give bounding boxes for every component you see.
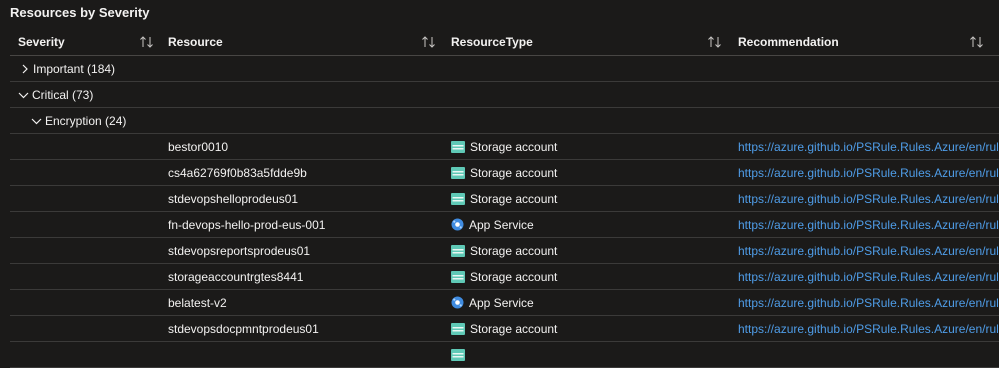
app-service-icon	[451, 296, 464, 309]
recommendation-link[interactable]: https://azure.github.io/PSRule.Rules.Azu…	[738, 316, 999, 341]
resource-type-label: Storage account	[470, 269, 558, 284]
resource-type: Storage account	[451, 238, 721, 263]
recommendation-link[interactable]: https://azure.github.io/PSRule.Rules.Azu…	[738, 134, 999, 159]
storage-account-icon	[451, 166, 465, 179]
storage-account-icon	[451, 348, 465, 361]
storage-account-icon	[451, 322, 465, 335]
group-row-critical[interactable]: Critical (73)	[10, 82, 999, 108]
sort-icon[interactable]	[140, 29, 154, 55]
resource-type-label: App Service	[469, 217, 534, 232]
table-row[interactable]: bestor0010 Storage account https://azure…	[10, 134, 999, 160]
group-label: Critical (73)	[32, 87, 94, 102]
table-row[interactable]: belatest-v2 App Service https://azure.gi…	[10, 290, 999, 316]
resource-name: cs4a62769f0b83a5fdde9b	[168, 165, 307, 180]
sort-icon[interactable]	[422, 29, 436, 55]
resource-type-label: Storage account	[470, 243, 558, 258]
resource-type: Storage account	[451, 316, 721, 341]
recommendation-link[interactable]: https://azure.github.io/PSRule.Rules.Azu…	[738, 212, 999, 237]
storage-account-icon	[451, 244, 465, 257]
chevron-right-icon	[20, 64, 30, 74]
app-service-icon	[451, 218, 464, 231]
group-toggle[interactable]: Critical (73)	[18, 82, 93, 107]
chevron-down-icon	[18, 90, 29, 100]
resource-type-label: Storage account	[470, 191, 558, 206]
recommendation-link[interactable]: https://azure.github.io/PSRule.Rules.Azu…	[738, 238, 999, 263]
group-label: Important (184)	[33, 61, 116, 76]
resource-name: storageaccountrgtes8441	[168, 269, 304, 284]
resource-type: App Service	[451, 212, 721, 237]
table-row-partial[interactable]	[10, 342, 999, 368]
table-row[interactable]: stdevopsdocpmntprodeus01 Storage account…	[10, 316, 999, 342]
chevron-down-icon	[31, 116, 42, 126]
column-header-recommendation[interactable]: Recommendation	[738, 29, 999, 55]
table-row[interactable]: cs4a62769f0b83a5fdde9b Storage account h…	[10, 160, 999, 186]
resource-name: stdevopsreportsprodeus01	[168, 243, 311, 258]
storage-account-icon	[451, 270, 465, 283]
resource-name: stdevopshelloprodeus01	[168, 191, 299, 206]
group-toggle[interactable]: Encryption (24)	[31, 108, 126, 133]
resource-type: Storage account	[451, 160, 721, 185]
sort-icon[interactable]	[708, 29, 722, 55]
recommendation-link[interactable]: https://azure.github.io/PSRule.Rules.Azu…	[738, 264, 999, 289]
resource-type: App Service	[451, 290, 721, 315]
resource-type-label: Storage account	[470, 165, 558, 180]
group-toggle[interactable]: Important (184)	[20, 56, 115, 81]
resource-type: Storage account	[451, 134, 721, 159]
column-header-severity[interactable]: Severity	[18, 29, 158, 55]
header-row: Severity Resource ResourceType Recommend…	[10, 29, 999, 56]
recommendation-link[interactable]: https://azure.github.io/PSRule.Rules.Azu…	[738, 160, 999, 185]
resource-type-label: App Service	[469, 295, 534, 310]
storage-account-icon	[451, 140, 465, 153]
page-title: Resources by Severity	[10, 5, 150, 20]
resources-grid: Severity Resource ResourceType Recommend…	[10, 29, 999, 368]
table-row[interactable]: stdevopshelloprodeus01 Storage account h…	[10, 186, 999, 212]
table-row[interactable]: stdevopsreportsprodeus01 Storage account…	[10, 238, 999, 264]
resource-name: fn-devops-hello-prod-eus-001	[168, 217, 326, 232]
recommendation-link[interactable]: https://azure.github.io/PSRule.Rules.Azu…	[738, 290, 999, 315]
resource-type: Storage account	[451, 264, 721, 289]
resource-type-label: Storage account	[470, 139, 558, 154]
group-label: Encryption (24)	[45, 113, 127, 128]
group-row-important[interactable]: Important (184)	[10, 56, 999, 82]
sort-icon[interactable]	[970, 29, 984, 55]
resource-type: Storage account	[451, 186, 721, 211]
recommendation-link[interactable]: https://azure.github.io/PSRule.Rules.Azu…	[738, 186, 999, 211]
resource-name: stdevopsdocpmntprodeus01	[168, 321, 319, 336]
resource-type-label: Storage account	[470, 321, 558, 336]
group-row-encryption[interactable]: Encryption (24)	[10, 108, 999, 134]
column-header-resourcetype[interactable]: ResourceType	[451, 29, 721, 55]
table-row[interactable]: fn-devops-hello-prod-eus-001 App Service…	[10, 212, 999, 238]
resource-name: bestor0010	[168, 139, 229, 154]
resource-type	[451, 342, 721, 367]
table-row[interactable]: storageaccountrgtes8441 Storage account …	[10, 264, 999, 290]
resource-name: belatest-v2	[168, 295, 227, 310]
column-header-resource[interactable]: Resource	[168, 29, 438, 55]
storage-account-icon	[451, 192, 465, 205]
